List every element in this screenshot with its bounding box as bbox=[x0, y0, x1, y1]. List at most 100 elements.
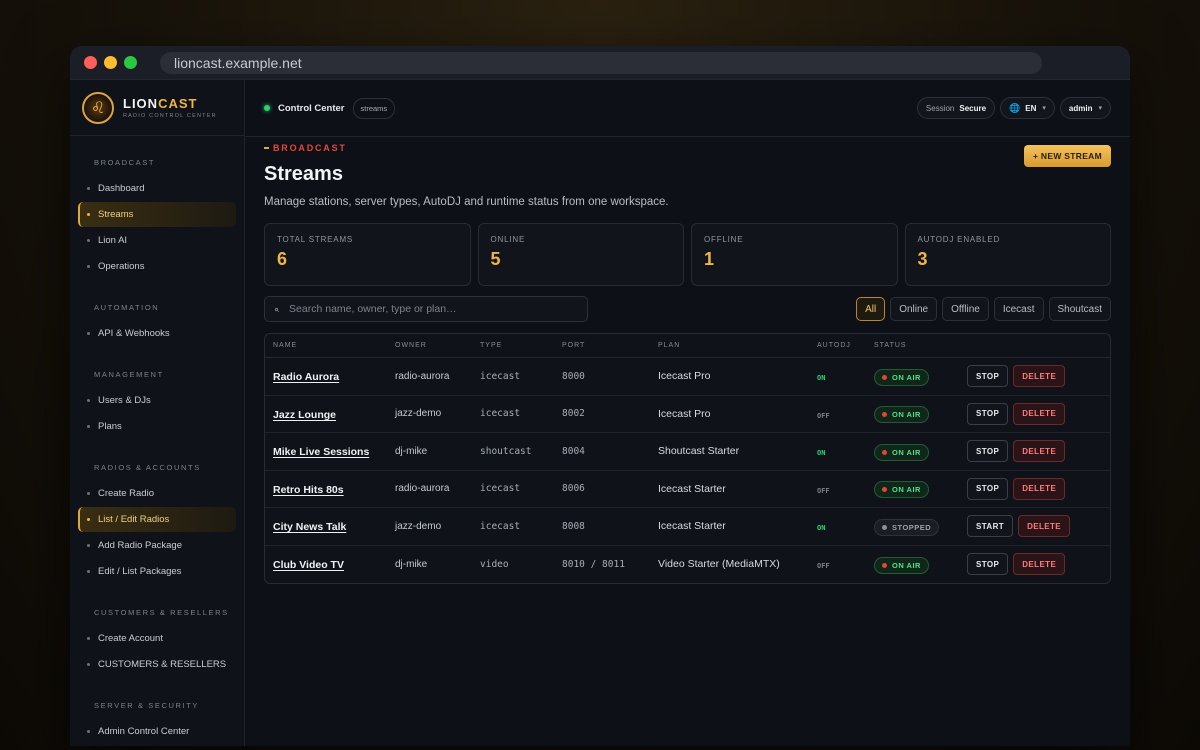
cell-actions: STOP DELETE bbox=[967, 365, 1110, 388]
filter-online[interactable]: Online bbox=[890, 297, 938, 321]
brand-subtitle: RADIO CONTROL CENTER bbox=[123, 113, 217, 119]
stream-name-link[interactable]: Mike Live Sessions bbox=[273, 446, 369, 458]
close-window-button[interactable] bbox=[84, 56, 97, 69]
autodj-state: OFF bbox=[817, 486, 830, 495]
sidebar-item-lion-ai[interactable]: Lion AI bbox=[78, 228, 236, 253]
sidebar-item-plans[interactable]: Plans bbox=[78, 414, 236, 439]
filter-all[interactable]: All bbox=[856, 297, 886, 321]
cell-owner: radio-aurora bbox=[395, 483, 450, 495]
search-icon: ⌕ bbox=[274, 303, 280, 314]
address-bar[interactable]: lioncast.example.net bbox=[160, 51, 1042, 74]
sidebar-item-label: Create Account bbox=[98, 633, 163, 644]
sidebar-item-operations[interactable]: Operations bbox=[78, 254, 236, 279]
cell-autodj: OFF bbox=[817, 480, 874, 498]
stream-name-link[interactable]: City News Talk bbox=[273, 521, 346, 533]
stats-cards: TOTAL STREAMS 6 ONLINE 5 OFFLINE 1 AUTODJ ENAB… bbox=[264, 223, 1111, 286]
cell-actions: START DELETE bbox=[967, 515, 1110, 538]
sidebar-item-dashboard[interactable]: Dashboard bbox=[78, 176, 236, 201]
nav-section-server-security: SERVER & SECURITY bbox=[94, 701, 199, 710]
search-box: ⌕ bbox=[264, 296, 588, 322]
filter-icecast[interactable]: Icecast bbox=[993, 297, 1044, 321]
nav-section-radios-accounts: RADIOS & ACCOUNTS bbox=[94, 463, 201, 472]
delete-button[interactable]: DELETE bbox=[1013, 402, 1066, 425]
status-text: STOPPED bbox=[892, 522, 932, 532]
sidebar-item-customers-resellers[interactable]: CUSTOMERS & RESELLERS bbox=[78, 652, 236, 677]
delete-button[interactable]: DELETE bbox=[1013, 365, 1066, 388]
minimize-window-button[interactable] bbox=[104, 56, 117, 69]
col-status: STATUS bbox=[874, 342, 907, 349]
cell-status: ON AIR bbox=[874, 442, 967, 461]
delete-button[interactable]: DELETE bbox=[1018, 515, 1071, 538]
stat-value: 3 bbox=[917, 249, 928, 269]
stop-button[interactable]: STOP bbox=[967, 477, 1009, 500]
status-dot-icon bbox=[882, 412, 887, 418]
stat-value: 6 bbox=[277, 249, 288, 269]
autodj-state: OFF bbox=[817, 562, 830, 571]
stop-button[interactable]: STOP bbox=[967, 553, 1009, 576]
brand-name: LIONCAST bbox=[123, 96, 198, 111]
new-stream-button[interactable]: + NEW STREAM bbox=[1023, 145, 1111, 167]
status-dot-icon bbox=[882, 562, 887, 568]
cell-actions: STOP DELETE bbox=[967, 477, 1110, 500]
sidebar-item-label: List / Edit Radios bbox=[98, 514, 170, 525]
language-selector[interactable]: 🌐 EN ▾ bbox=[1000, 97, 1055, 119]
col-plan: PLAN bbox=[658, 342, 681, 349]
stream-name-link[interactable]: Jazz Lounge bbox=[273, 409, 336, 421]
sidebar-item-label: Admin Control Center bbox=[98, 726, 190, 737]
stream-name-link[interactable]: Radio Aurora bbox=[273, 371, 339, 383]
sidebar-item-streams[interactable]: Streams bbox=[78, 202, 236, 227]
top-bar: Control Center streams Session Secure 🌐 E… bbox=[245, 80, 1130, 137]
start-button[interactable]: START bbox=[967, 515, 1014, 538]
stream-name-link[interactable]: Club Video TV bbox=[273, 559, 344, 571]
sidebar-item-api-webhooks[interactable]: API & Webhooks bbox=[78, 321, 236, 346]
status-badge: ON AIR bbox=[874, 556, 929, 574]
cell-plan: Icecast Starter bbox=[658, 482, 726, 495]
search-input[interactable] bbox=[289, 303, 570, 315]
breadcrumb[interactable]: streams bbox=[352, 97, 396, 119]
sidebar-item-add-radio-package[interactable]: Add Radio Package bbox=[78, 533, 236, 558]
stop-button[interactable]: STOP bbox=[967, 440, 1009, 463]
stop-button[interactable]: STOP bbox=[967, 365, 1009, 388]
bullet-icon bbox=[87, 332, 90, 335]
user-menu[interactable]: admin ▾ bbox=[1059, 97, 1111, 119]
sidebar-item-list-edit-radios[interactable]: List / Edit Radios bbox=[78, 507, 236, 532]
filter-shoutcast[interactable]: Shoutcast bbox=[1048, 297, 1111, 321]
sidebar-item-admin-control-center[interactable]: Admin Control Center bbox=[78, 719, 236, 744]
cell-port: 8002 bbox=[562, 408, 585, 420]
bullet-icon bbox=[87, 265, 90, 268]
bullet-icon bbox=[87, 239, 90, 242]
status-badge: ON AIR bbox=[874, 481, 929, 499]
cell-owner: jazz-demo bbox=[395, 408, 442, 420]
cell-owner: dj-mike bbox=[395, 445, 428, 457]
page-title: Streams bbox=[264, 163, 343, 185]
filter-offline[interactable]: Offline bbox=[942, 297, 989, 321]
sidebar-item-edit-list-packages[interactable]: Edit / List Packages bbox=[78, 559, 236, 584]
status-text: ON AIR bbox=[892, 372, 921, 382]
brand[interactable]: ♌ LIONCAST RADIO CONTROL CENTER bbox=[70, 80, 244, 136]
sidebar-item-users-djs[interactable]: Users & DJs bbox=[78, 388, 236, 413]
delete-button[interactable]: DELETE bbox=[1013, 440, 1066, 463]
cell-autodj: ON bbox=[817, 517, 874, 535]
cell-status: ON AIR bbox=[874, 555, 967, 574]
status-dot-icon bbox=[882, 374, 887, 380]
bullet-icon bbox=[87, 213, 90, 216]
bullet-icon bbox=[87, 518, 90, 521]
cell-port: 8008 bbox=[562, 520, 585, 532]
cell-actions: STOP DELETE bbox=[967, 440, 1110, 463]
sidebar-item-server-status[interactable]: Server Status bbox=[78, 745, 236, 746]
lion-logo-icon: ♌ bbox=[82, 91, 114, 124]
sidebar-item-create-radio[interactable]: Create Radio bbox=[78, 481, 236, 506]
cell-autodj: ON bbox=[817, 442, 874, 460]
delete-button[interactable]: DELETE bbox=[1013, 553, 1066, 576]
cell-autodj: ON bbox=[817, 367, 874, 385]
chevron-down-icon: ▾ bbox=[1042, 105, 1046, 112]
stop-button[interactable]: STOP bbox=[967, 402, 1009, 425]
sidebar-item-create-account[interactable]: Create Account bbox=[78, 626, 236, 651]
maximize-window-button[interactable] bbox=[124, 56, 137, 69]
sidebar-nav: BROADCAST Dashboard Streams Lion AI Operatio… bbox=[70, 136, 244, 746]
bullet-icon bbox=[87, 425, 90, 428]
stream-name-link[interactable]: Retro Hits 80s bbox=[273, 484, 344, 496]
delete-button[interactable]: DELETE bbox=[1013, 477, 1066, 500]
sidebar-item-label: Add Radio Package bbox=[98, 540, 182, 551]
cell-status: STOPPED bbox=[874, 517, 967, 536]
